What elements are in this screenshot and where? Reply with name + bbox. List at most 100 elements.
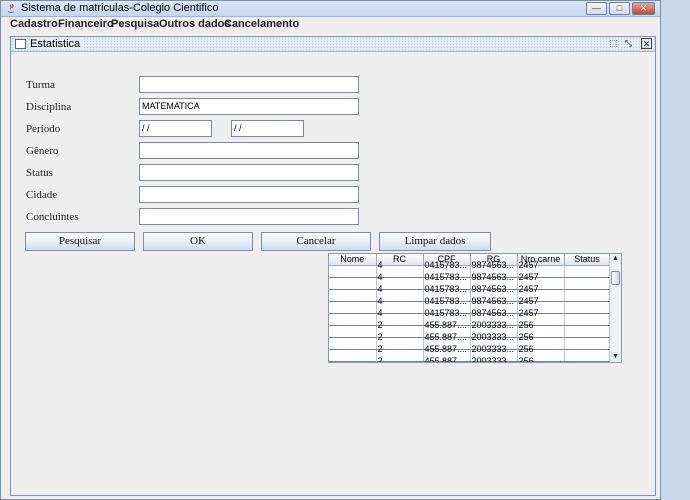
table-row[interactable]: 4 0415783... 9874563... 2457 [329,283,611,296]
table-cell[interactable]: 2 [376,331,424,344]
table-cell[interactable] [564,259,611,272]
label-cidade: Cidade [26,189,58,201]
table-cell[interactable]: 2003333... [470,331,518,344]
table-cell[interactable]: 256 [517,343,565,356]
table-cell[interactable] [329,307,377,320]
table-cell[interactable] [564,319,611,332]
menu-cadastro[interactable]: Cadastro [10,18,58,30]
iconify-icon[interactable]: ⬚ [608,38,619,49]
table-cell[interactable] [564,355,611,362]
menu-financeiro[interactable]: Financeiro [58,18,114,30]
internal-frame-title-bar[interactable]: Estatistica ⬚ ⤡ ✕ [11,37,655,52]
table-cell[interactable]: 4 [376,271,424,284]
table-cell[interactable]: 2457 [517,307,565,320]
table-cell[interactable]: 2 [376,319,424,332]
label-status: Status [26,167,53,179]
table-cell[interactable]: 9874563... [470,295,518,308]
table-cell[interactable]: 455.887.... [423,343,471,356]
cancel-button[interactable]: Cancelar [261,232,371,251]
table-cell[interactable] [329,331,377,344]
periodo-start-date-field[interactable]: / / [139,120,212,137]
table-cell[interactable]: 2457 [517,259,565,272]
ok-button[interactable]: OK [143,232,253,251]
table-cell[interactable]: 4 [376,259,424,272]
table-cell[interactable] [329,355,377,362]
table-cell[interactable]: 256 [517,355,565,362]
clear-data-button[interactable]: Limpar dados [379,232,491,251]
table-row[interactable]: 4 0415783... 9874563... 2457 [329,295,611,308]
table-cell[interactable]: 2457 [517,295,565,308]
table-cell[interactable]: 0415783... [423,283,471,296]
table-cell[interactable] [564,283,611,296]
frame-close-icon[interactable]: ✕ [641,38,652,49]
label-disciplina: Disciplina [26,101,72,113]
table-cell[interactable] [329,271,377,284]
table-cell[interactable] [329,295,377,308]
table-cell[interactable]: 9874563... [470,307,518,320]
menu-outros-dados[interactable]: Outros dados [159,18,231,30]
table-row[interactable]: 2 455.887.... 2003333... 256 [329,331,611,344]
statistics-frame: Estatistica ⬚ ⤡ ✕ Turma Disciplina Perío… [10,36,656,496]
table-row[interactable]: 4 0415783... 9874563... 2457 [329,259,611,272]
table-cell[interactable] [564,343,611,356]
table-cell[interactable] [564,295,611,308]
table-cell[interactable]: 0415783... [423,259,471,272]
table-cell[interactable]: 2457 [517,271,565,284]
table-cell[interactable]: 4 [376,295,424,308]
table-row[interactable]: 2 455.887.... 2003333... 256 [329,343,611,356]
table-cell[interactable]: 9874563... [470,283,518,296]
table-cell[interactable]: 4 [376,283,424,296]
label-concluintes: Concluintes [26,211,79,223]
vertical-scrollbar[interactable]: ▲ ▼ [609,254,621,362]
disciplina-field[interactable]: MATEMATICA [139,98,359,115]
table-cell[interactable] [564,331,611,344]
scroll-thumb[interactable] [611,271,620,285]
turma-field[interactable] [139,76,359,93]
table-cell[interactable]: 2003333... [470,343,518,356]
concluintes-field[interactable] [139,208,359,225]
table-cell[interactable]: 455.887.... [423,319,471,332]
table-cell[interactable] [329,259,377,272]
table-cell[interactable]: 455.887.... [423,331,471,344]
scroll-up-icon[interactable]: ▲ [610,254,621,264]
minimize-button[interactable]: — [586,2,607,15]
status-field[interactable] [139,164,359,181]
menu-bar: Cadastro Financeiro Pesquisa Outros dado… [2,17,660,33]
table-cell[interactable]: 0415783... [423,271,471,284]
menu-cancelamento[interactable]: Cancelamento [224,18,299,30]
table-cell[interactable]: 256 [517,319,565,332]
table-row[interactable]: 4 0415783... 9874563... 2457 [329,271,611,284]
table-cell[interactable] [564,271,611,284]
cidade-field[interactable] [139,186,359,203]
table-row[interactable]: 2 455.887.... 2003333... 256 [329,319,611,332]
table-cell[interactable]: 2003333... [470,355,518,362]
restore-icon[interactable]: ⤡ [623,38,634,49]
table-cell[interactable] [329,319,377,332]
table-cell[interactable]: 4 [376,307,424,320]
table-cell[interactable]: 2003333... [470,319,518,332]
maximize-button[interactable]: □ [609,2,630,15]
results-table[interactable]: Nome RC CPF RG Nro carne Status 4 0415783… [328,253,622,363]
title-bar[interactable]: Sistema de matriculas-Colegio Cientifico… [1,1,660,17]
close-button[interactable]: ✕ [632,2,655,15]
table-cell[interactable] [564,307,611,320]
search-button[interactable]: Pesquisar [25,232,135,251]
table-cell[interactable] [329,283,377,296]
scroll-down-icon[interactable]: ▼ [610,352,621,362]
table-cell[interactable]: 2 [376,355,424,362]
table-cell[interactable]: 0415783... [423,307,471,320]
table-cell[interactable] [329,343,377,356]
genero-field[interactable] [139,142,359,159]
table-cell[interactable]: 2 [376,343,424,356]
table-cell[interactable]: 2457 [517,283,565,296]
main-window: Sistema de matriculas-Colegio Cientifico… [0,0,661,500]
table-row[interactable]: 4 0415783... 9874563... 2457 [329,307,611,320]
table-cell[interactable]: 9874563... [470,259,518,272]
table-cell[interactable]: 455.887.... [423,355,471,362]
periodo-end-date-field[interactable]: / / [231,120,304,137]
table-cell[interactable]: 9874563... [470,271,518,284]
table-cell[interactable]: 0415783... [423,295,471,308]
table-row[interactable]: 2 455.887.... 2003333... 256 [329,355,611,362]
table-cell[interactable]: 256 [517,331,565,344]
menu-pesquisa[interactable]: Pesquisa [111,18,159,30]
